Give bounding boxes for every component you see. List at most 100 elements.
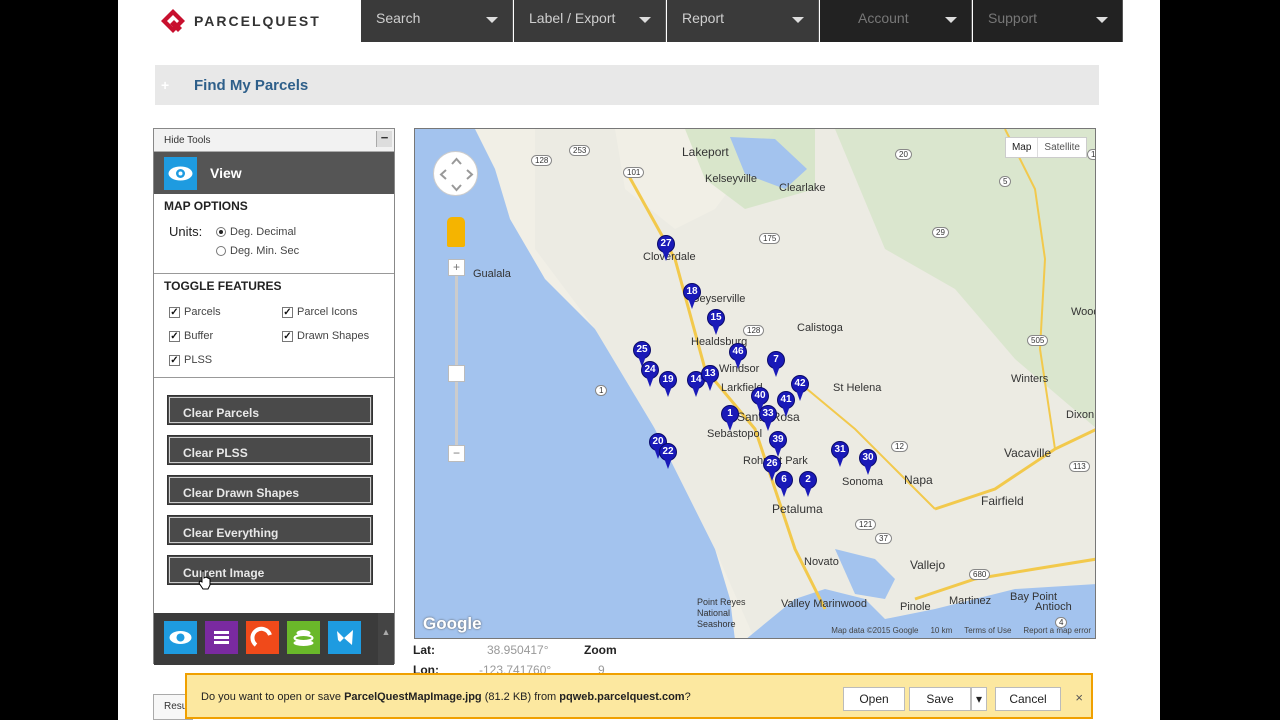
nav-support-label: Support — [988, 10, 1038, 26]
toggle-parcel-icons-checkbox[interactable]: ✓ Parcel Icons — [282, 306, 358, 318]
save-dropdown-icon[interactable]: ▾ — [971, 687, 987, 711]
radio-unselected-icon — [216, 246, 226, 256]
parcel-pin[interactable]: 39 — [769, 431, 787, 457]
terms-link[interactable]: Terms of Use — [964, 626, 1011, 635]
expand-icon[interactable]: + — [161, 77, 169, 93]
clear-parcels-button[interactable]: Clear Parcels — [167, 395, 373, 425]
nav-support[interactable]: Support — [973, 0, 1123, 42]
street-view-pegman-icon[interactable] — [447, 217, 465, 247]
toggle-drawn-shapes-checkbox[interactable]: ✓ Drawn Shapes — [282, 330, 369, 342]
route-shield: 37 — [875, 533, 892, 544]
nav-search[interactable]: Search — [361, 0, 513, 42]
parcel-pin[interactable]: 18 — [683, 283, 701, 309]
pin-tail — [706, 380, 714, 391]
download-notification-bar: Do you want to open or save ParcelQuestM… — [185, 673, 1093, 719]
cancel-button[interactable]: Cancel — [995, 687, 1061, 711]
pan-arrows-icon — [439, 157, 474, 192]
clear-everything-button[interactable]: Clear Everything — [167, 515, 373, 545]
google-logo: Google — [423, 614, 482, 633]
map-attribution: Map data ©2015 Google — [831, 626, 919, 635]
hide-tools-label: Hide Tools — [164, 135, 211, 146]
report-error-link[interactable]: Report a map error — [1023, 626, 1091, 635]
layers-icon[interactable] — [205, 621, 238, 654]
units-label: Units: — [169, 224, 203, 239]
parcel-pin[interactable]: 6 — [775, 471, 793, 497]
parcel-pin[interactable]: 19 — [659, 371, 677, 397]
download-size: (81.2 KB) from — [481, 691, 560, 703]
tools-icon[interactable] — [328, 621, 361, 654]
scroll-up-icon[interactable]: ▲ — [378, 613, 394, 665]
draw-icon[interactable] — [246, 621, 279, 654]
toggle-parcels-checkbox[interactable]: ✓ Parcels — [169, 306, 221, 318]
map-label: Gualala — [473, 268, 511, 280]
route-shield: 128 — [531, 155, 553, 166]
zoom-label: Zoom — [584, 643, 617, 657]
map-label: Antioch — [1035, 601, 1072, 613]
parcel-pin[interactable]: 22 — [659, 443, 677, 469]
parcel-pin[interactable]: 30 — [859, 449, 877, 475]
route-shield: 253 — [569, 145, 591, 156]
route-shield: 16 — [1087, 149, 1095, 160]
zoom-in-button[interactable]: + — [448, 259, 465, 276]
map-label: Pinole — [900, 601, 931, 613]
eye-icon[interactable] — [164, 621, 197, 654]
map-type-satellite-button[interactable]: Satellite — [1037, 138, 1086, 157]
nav-report-label: Report — [682, 10, 725, 26]
units-deg-min-sec-radio[interactable]: Deg. Min. Sec — [216, 245, 299, 257]
parcel-pin[interactable]: 27 — [657, 235, 675, 261]
open-button[interactable]: Open — [843, 687, 905, 711]
nav-report[interactable]: Report — [667, 0, 819, 42]
toggle-buffer-checkbox[interactable]: ✓ Buffer — [169, 330, 213, 342]
clear-plss-button[interactable]: Clear PLSS — [167, 435, 373, 465]
page: PARCELQUEST Search Label / Export Report… — [118, 0, 1160, 720]
view-header: View — [154, 152, 394, 194]
toggle-plss-checkbox[interactable]: ✓ PLSS — [169, 354, 212, 366]
parcel-pin[interactable]: 46 — [729, 343, 747, 369]
checkbox-checked-icon: ✓ — [169, 354, 180, 366]
route-shield: 101 — [623, 167, 645, 178]
stack-icon[interactable] — [287, 621, 320, 654]
tool-icon-bar — [154, 613, 394, 665]
collapse-icon[interactable]: − — [376, 131, 392, 147]
pin-tail — [796, 390, 804, 401]
parcel-pin[interactable]: 13 — [701, 365, 719, 391]
checkbox-checked-icon: ✓ — [169, 306, 180, 318]
lat-value: 38.950417° — [487, 643, 549, 657]
units-deg-decimal-radio[interactable]: Deg. Decimal — [216, 226, 296, 238]
logo[interactable]: PARCELQUEST — [160, 8, 321, 34]
close-icon[interactable]: × — [1075, 690, 1083, 705]
eye-icon[interactable] — [164, 157, 197, 190]
lat-label: Lat: — [413, 643, 435, 657]
clear-drawn-shapes-button[interactable]: Clear Drawn Shapes — [167, 475, 373, 505]
chevron-down-icon — [486, 17, 498, 23]
route-shield: 128 — [743, 325, 765, 336]
parcel-pin[interactable]: 1 — [721, 405, 739, 431]
save-button[interactable]: Save — [909, 687, 971, 711]
nav-account[interactable]: Account — [820, 0, 972, 42]
hand-cursor-icon — [198, 570, 211, 590]
map-footer: Map data ©2015 Google 10 km Terms of Use… — [831, 626, 1091, 635]
route-shield: 121 — [855, 519, 877, 530]
map[interactable]: Map Satellite + − Lakeport Kelseyville C… — [414, 128, 1096, 639]
map-type-map-button[interactable]: Map — [1006, 138, 1037, 157]
zoom-out-button[interactable]: − — [448, 445, 465, 462]
parcel-pin[interactable]: 31 — [831, 441, 849, 467]
parcel-pin[interactable]: 7 — [767, 351, 785, 377]
pan-control[interactable] — [433, 151, 478, 196]
hide-tools-bar[interactable]: Hide Tools − — [154, 129, 394, 152]
download-host: pqweb.parcelquest.com — [559, 691, 685, 703]
parcel-pin[interactable]: 24 — [641, 361, 659, 387]
parcelquest-logo-icon — [160, 8, 186, 34]
brand-name: PARCELQUEST — [194, 13, 321, 29]
zoom-slider[interactable] — [455, 265, 458, 455]
parcel-pin[interactable]: 33 — [759, 405, 777, 431]
page-title: Find My Parcels — [194, 77, 309, 94]
map-label: Dixon — [1066, 409, 1095, 421]
pin-tail — [836, 456, 844, 467]
nav-label-export[interactable]: Label / Export — [514, 0, 666, 42]
parcel-pin[interactable]: 2 — [799, 471, 817, 497]
map-scale: 10 km — [930, 626, 953, 635]
zoom-slider-handle[interactable] — [448, 365, 465, 382]
parcel-pin[interactable]: 15 — [707, 309, 725, 335]
parcel-pin[interactable]: 42 — [791, 375, 809, 401]
